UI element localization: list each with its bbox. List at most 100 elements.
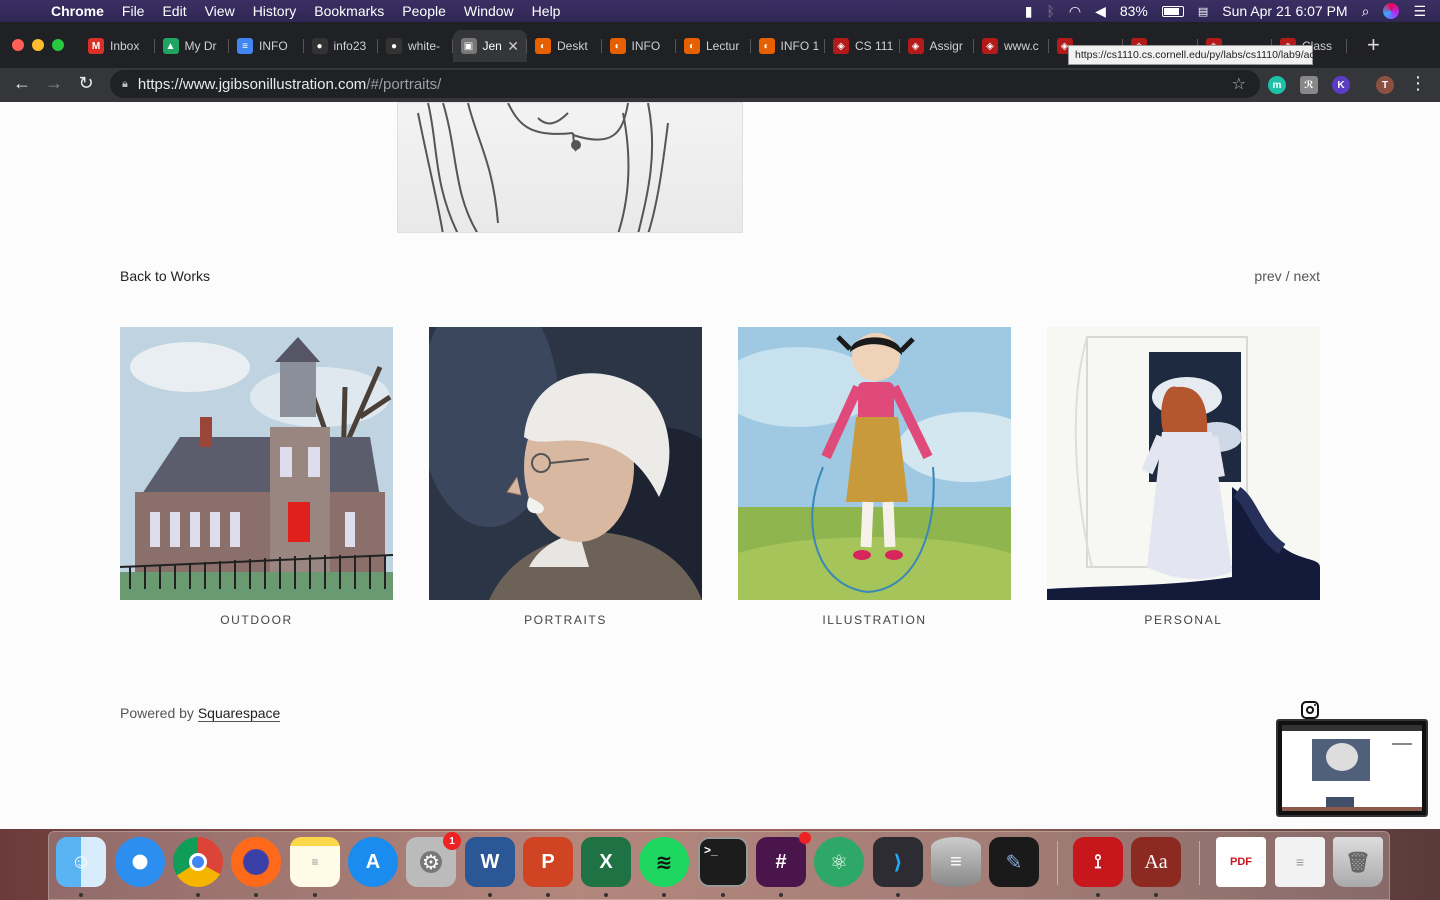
browser-tab[interactable]: ◐ INFO 1	[751, 30, 826, 62]
safari-icon[interactable]: ⊕	[115, 837, 165, 887]
vscode-icon[interactable]: ⟩	[873, 837, 923, 887]
extension-reader-icon[interactable]: ℛ	[1300, 76, 1318, 94]
github-icon: ●	[311, 38, 328, 54]
menu-window[interactable]: Window	[455, 3, 523, 19]
lock-icon[interactable]: 🔒︎	[122, 78, 128, 91]
extension-k-icon[interactable]: K	[1332, 76, 1350, 94]
pushbullet-icon[interactable]: ▮	[1025, 3, 1033, 20]
next-link[interactable]: next	[1294, 268, 1320, 284]
menu-app-chrome[interactable]: Chrome	[42, 3, 113, 19]
forward-arrow-icon[interactable]: →	[42, 73, 66, 94]
pdf-file-icon[interactable]: PDF	[1216, 837, 1266, 887]
kindle-icon[interactable]: ✎	[989, 837, 1039, 887]
bluetooth-icon[interactable]: ᛒ	[1046, 3, 1054, 19]
siri-icon[interactable]	[1383, 3, 1400, 19]
extension-m-icon[interactable]: m	[1268, 76, 1286, 94]
powerpoint-icon[interactable]: P	[523, 837, 573, 887]
address-bar[interactable]: 🔒︎ https://www.jgibsonillustration.com/#…	[110, 70, 1260, 98]
menu-people[interactable]: People	[393, 3, 455, 19]
database-icon[interactable]: ≡	[931, 837, 981, 887]
prev-link[interactable]: prev	[1254, 268, 1281, 284]
running-indicator	[254, 893, 258, 897]
bookmark-star-icon[interactable]: ☆	[1232, 74, 1246, 94]
outdoor-label[interactable]: OUTDOOR	[120, 613, 393, 627]
window-close-button[interactable]	[12, 39, 24, 51]
tab-label: My Dr	[184, 39, 217, 53]
chrome-menu-icon[interactable]: ⋮	[1406, 73, 1430, 94]
browser-tab[interactable]: ▲ My Dr	[155, 30, 230, 62]
tab-label: Lectur	[706, 39, 740, 53]
reload-icon[interactable]: ↻	[74, 73, 98, 94]
tab-label: INFO	[631, 39, 661, 53]
atom-icon[interactable]: ⚛	[814, 837, 864, 887]
battery-icon[interactable]	[1161, 5, 1184, 17]
menu-help[interactable]: Help	[523, 3, 570, 19]
document-file-icon[interactable]: ≡	[1275, 837, 1325, 887]
window-minimize-button[interactable]	[32, 39, 44, 51]
cornell-icon: ◈	[833, 38, 849, 54]
window-zoom-button[interactable]	[52, 39, 64, 51]
menu-bookmarks[interactable]: Bookmarks	[305, 3, 393, 19]
browser-tab[interactable]: ◐ Lectur	[676, 30, 751, 62]
terminal-icon[interactable]: >_	[698, 837, 748, 887]
browser-tab[interactable]: ◈ www.c	[974, 30, 1049, 62]
app-store-icon[interactable]: A	[348, 837, 398, 887]
slack-icon[interactable]: #	[756, 832, 811, 887]
personal-label[interactable]: PERSONAL	[1047, 613, 1320, 627]
tab-close-icon[interactable]: ✕	[507, 38, 519, 55]
notification-center-icon[interactable]: ☰	[1413, 3, 1426, 20]
system-preferences-badge: 1	[443, 832, 461, 850]
tab-label: Inbox	[110, 39, 140, 53]
personal-thumbnail[interactable]	[1047, 327, 1320, 600]
browser-tab[interactable]: ◐ INFO	[602, 30, 677, 62]
browser-tab[interactable]: ● info23	[304, 30, 379, 62]
portraits-label[interactable]: PORTRAITS	[429, 613, 702, 627]
chrome-icon[interactable]	[173, 837, 223, 887]
screenshot-preview-thumbnail[interactable]	[1276, 719, 1428, 817]
google-docs-icon: ≡	[237, 38, 253, 54]
word-icon[interactable]: W	[465, 837, 515, 887]
browser-tab[interactable]: M Inbox	[80, 30, 155, 62]
wifi-icon[interactable]: ◠	[1069, 3, 1081, 20]
system-preferences-icon[interactable]: ⚙ 1	[406, 832, 461, 887]
menubar-clock[interactable]: Sun Apr 21 6:07 PM	[1222, 3, 1347, 19]
tab-label: info23	[333, 39, 367, 53]
pager-separator: /	[1285, 268, 1290, 284]
running-indicator	[604, 893, 608, 897]
spotlight-search-icon[interactable]: ⌕	[1362, 3, 1370, 20]
running-indicator	[662, 893, 666, 897]
illustration-thumbnail[interactable]	[738, 327, 1011, 600]
instagram-icon[interactable]	[1301, 701, 1319, 719]
browser-tab[interactable]: ● white-	[378, 30, 453, 62]
dictionary-icon[interactable]: Aa	[1131, 837, 1181, 887]
spotify-icon[interactable]: ≋	[639, 837, 689, 887]
menu-edit[interactable]: Edit	[153, 3, 195, 19]
running-indicator	[546, 893, 550, 897]
trash-icon[interactable]: 🗑︎	[1333, 837, 1383, 887]
menu-view[interactable]: View	[196, 3, 244, 19]
finder-icon[interactable]: ☺	[56, 837, 106, 887]
browser-tab[interactable]: ≡ INFO	[229, 30, 304, 62]
firefox-icon[interactable]	[231, 837, 281, 887]
profile-avatar[interactable]: T	[1376, 76, 1394, 94]
menu-history[interactable]: History	[244, 3, 306, 19]
browser-tab[interactable]: ◈ CS 111	[825, 30, 900, 62]
menu-file[interactable]: File	[113, 3, 154, 19]
tab-label: INFO 1	[780, 39, 820, 53]
volume-icon[interactable]: ◀	[1095, 3, 1106, 20]
squarespace-link[interactable]: Squarespace	[197, 705, 281, 722]
running-indicator	[1096, 893, 1100, 897]
running-indicator	[1154, 893, 1158, 897]
notes-icon[interactable]: ≡	[290, 837, 340, 887]
portraits-thumbnail[interactable]	[429, 327, 702, 600]
excel-icon[interactable]: X	[581, 837, 631, 887]
us-flag-icon[interactable]: ▤	[1198, 5, 1208, 18]
back-to-works-link[interactable]: Back to Works	[120, 268, 210, 284]
back-arrow-icon[interactable]: ←	[10, 73, 34, 94]
acrobat-icon[interactable]: ⟟	[1073, 837, 1123, 887]
browser-tab[interactable]: ▣ Jen ✕	[452, 30, 527, 62]
browser-tab[interactable]: ◐ Deskt	[527, 30, 602, 62]
illustration-label[interactable]: ILLUSTRATION	[738, 613, 1011, 627]
browser-tab[interactable]: ◈ Assigr	[900, 30, 975, 62]
outdoor-thumbnail[interactable]	[120, 327, 393, 600]
